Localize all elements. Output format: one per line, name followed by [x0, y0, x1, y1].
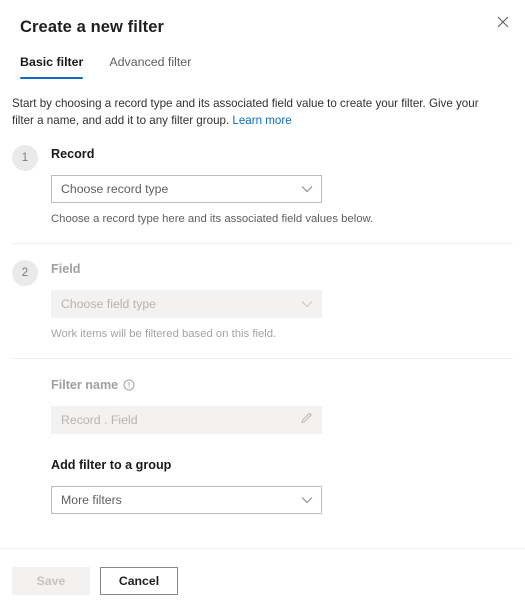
close-icon	[497, 16, 509, 28]
pencil-icon[interactable]	[300, 411, 314, 430]
chevron-down-icon	[301, 180, 313, 198]
field-type-dropdown[interactable]: Choose field type	[51, 290, 322, 318]
panel-footer: Save Cancel	[0, 548, 525, 600]
learn-more-link[interactable]: Learn more	[232, 114, 291, 127]
record-hint: Choose a record type here and its associ…	[51, 213, 374, 225]
filter-group-dropdown[interactable]: More filters	[51, 486, 322, 514]
field-hint: Work items will be filtered based on thi…	[51, 328, 277, 340]
filter-name-label: Filter name	[51, 378, 119, 392]
panel-body: 1 Record Choose record type Choose a rec…	[0, 129, 525, 548]
tab-basic-filter-label: Basic filter	[20, 55, 84, 69]
field-type-value: Choose field type	[61, 297, 157, 311]
tab-advanced-filter-label: Advanced filter	[109, 55, 192, 69]
chevron-down-icon	[301, 491, 313, 509]
page-title: Create a new filter	[20, 18, 165, 36]
panel-header: Create a new filter	[0, 0, 525, 38]
filter-name-input[interactable]: Record . Field	[51, 406, 322, 434]
step-badge-2: 2	[12, 260, 38, 286]
tab-basic-filter[interactable]: Basic filter	[20, 50, 84, 79]
filter-type-tabs: Basic filter Advanced filter	[0, 50, 525, 79]
step-record: 1 Record Choose record type Choose a rec…	[0, 129, 525, 227]
step-badge-1: 1	[12, 145, 38, 171]
create-filter-panel: Create a new filter Basic filter Advance…	[0, 0, 525, 600]
filter-name-block: Filter name Record . Field	[0, 359, 525, 434]
intro-description: Start by choosing a record type and its …	[0, 79, 525, 129]
cancel-button[interactable]: Cancel	[100, 567, 178, 595]
record-label: Record	[51, 147, 95, 161]
field-label: Field	[51, 262, 81, 276]
record-type-dropdown[interactable]: Choose record type	[51, 175, 322, 203]
filter-group-value: More filters	[61, 493, 122, 507]
step-field-content: Field Choose field type Work items will …	[51, 260, 505, 342]
close-button[interactable]	[489, 8, 517, 36]
tab-advanced-filter[interactable]: Advanced filter	[109, 50, 191, 79]
step-record-content: Record Choose record type Choose a recor…	[51, 145, 505, 227]
info-icon[interactable]	[123, 379, 135, 391]
filter-name-label-row: Filter name	[51, 376, 505, 394]
chevron-down-icon	[301, 295, 313, 313]
save-button[interactable]: Save	[12, 567, 90, 595]
step-field: 2 Field Choose field type Work items wil…	[0, 244, 525, 342]
filter-name-value: Record . Field	[61, 413, 138, 427]
filter-group-block: Add filter to a group More filters	[0, 434, 525, 514]
record-type-value: Choose record type	[61, 182, 169, 196]
filter-group-label: Add filter to a group	[51, 458, 172, 472]
